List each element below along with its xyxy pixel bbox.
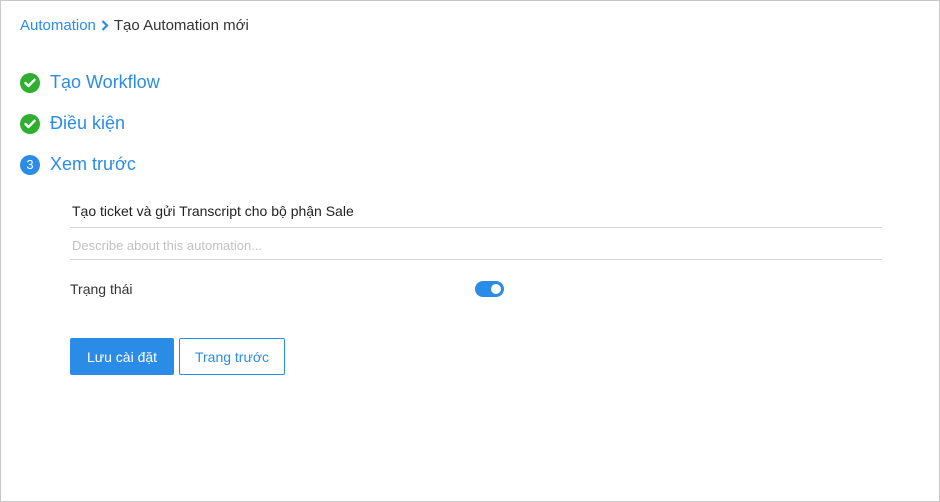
step-label: Xem trước	[50, 154, 136, 174]
step-preview[interactable]: 3 Xem trước	[20, 154, 136, 175]
step-number-badge: 3	[20, 154, 40, 175]
description-input[interactable]	[70, 233, 886, 257]
breadcrumb: Automation Tạo Automation mới	[20, 17, 249, 34]
save-settings-button[interactable]: Lưu cài đặt	[70, 338, 174, 375]
check-circle-icon	[20, 72, 40, 93]
chevron-right-icon	[101, 20, 109, 31]
automation-name-field[interactable]: Tạo ticket và gửi Transcript cho bộ phận…	[72, 203, 354, 219]
step-conditions[interactable]: Điều kiện	[20, 113, 125, 134]
divider	[70, 259, 882, 260]
toggle-knob	[491, 284, 501, 294]
automation-panel: Automation Tạo Automation mới Tạo Workfl…	[0, 0, 940, 502]
step-create-workflow[interactable]: Tạo Workflow	[20, 72, 160, 93]
divider	[70, 227, 882, 228]
step-label: Tạo Workflow	[50, 72, 160, 92]
status-toggle[interactable]	[475, 281, 504, 297]
breadcrumb-automation-link[interactable]: Automation	[20, 17, 96, 34]
breadcrumb-current: Tạo Automation mới	[113, 17, 249, 34]
check-circle-icon	[20, 113, 40, 134]
previous-page-button[interactable]: Trang trước	[179, 338, 285, 375]
status-label: Trạng thái	[70, 281, 133, 297]
step-label: Điều kiện	[50, 113, 126, 133]
